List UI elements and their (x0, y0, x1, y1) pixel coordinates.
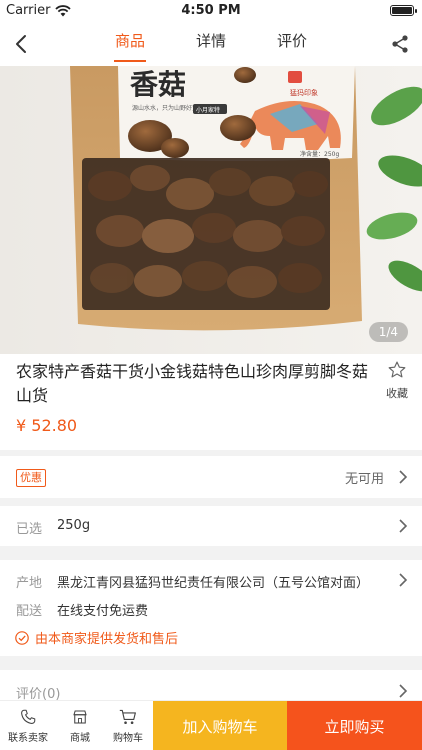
origin-label: 产地 (16, 576, 43, 591)
image-pager-indicator: 1/4 (368, 322, 408, 342)
bottom-action-bar: 联系卖家 商城 购物车 加入购物车 立即购买 (0, 700, 422, 750)
battery-icon (390, 5, 417, 16)
tab-details[interactable]: 详情 (181, 22, 241, 66)
package-brand-text: 猛犸印象 (290, 88, 318, 97)
phone-icon (21, 709, 36, 724)
selected-label: 已选 (16, 522, 43, 537)
guarantee-text: 由本商家提供发货和售后 (35, 632, 179, 647)
origin-value: 黑龙江青冈县猛犸世纪责任有限公司（五号公馆对面） (57, 576, 370, 591)
selected-value: 250g (57, 518, 91, 533)
product-info-card: 农家特产香菇干货小金钱菇特色山珍肉厚剪脚冬菇山货 ¥ 52.80 收藏 (0, 354, 422, 450)
top-nav: 商品 详情 评价 (0, 22, 422, 66)
delivery-value: 在线支付免运费 (57, 604, 149, 619)
chevron-right-icon (399, 573, 408, 587)
package-slogan-text: 源山水水，只为山野好货 (132, 104, 198, 112)
chevron-right-icon (399, 684, 408, 698)
coupon-row[interactable]: 优惠 无可用 (0, 456, 422, 498)
tab-details-label: 详情 (195, 32, 226, 50)
cart-label: 购物车 (113, 732, 143, 744)
tab-bar: 商品 详情 评价 (100, 22, 322, 66)
product-image-carousel[interactable]: 香菇 源山水水，只为山野好货 小月家特 猛犸印象 净含量：250g 1/4 (0, 66, 422, 354)
selected-spec-row[interactable]: 已选 250g (0, 506, 422, 546)
tab-goods[interactable]: 商品 (100, 22, 160, 66)
seller-guarantee: 由本商家提供发货和售后 (15, 628, 178, 647)
brand-logo-mark (288, 71, 302, 83)
status-bar: Carrier 4:50 PM (0, 0, 422, 22)
chevron-right-icon (399, 470, 408, 484)
tab-reviews[interactable]: 评价 (262, 22, 322, 66)
shipping-info-section: 产地 黑龙江青冈县猛犸世纪责任有限公司（五号公馆对面） 配送 在线支付免运费 由… (0, 560, 422, 656)
contact-seller-button[interactable]: 联系卖家 (0, 701, 56, 750)
product-title: 农家特产香菇干货小金钱菇特色山珍肉厚剪脚冬菇山货 (16, 362, 369, 405)
active-tab-indicator (114, 60, 146, 62)
cart-button[interactable]: 购物车 (104, 701, 152, 750)
reviews-row[interactable]: 评价(0) (0, 670, 422, 702)
product-photo: 香菇 源山水水，只为山野好货 小月家特 猛犸印象 净含量：250g (0, 66, 422, 354)
favorite-button[interactable]: 收藏 (384, 360, 410, 401)
share-icon[interactable] (390, 34, 410, 54)
chevron-right-icon (399, 519, 408, 533)
back-arrow-icon[interactable] (10, 32, 34, 56)
package-badge-text: 小月家特 (196, 106, 220, 114)
store-label: 商城 (70, 732, 90, 744)
product-price: ¥ 52.80 (16, 416, 78, 435)
check-circle-icon (15, 630, 29, 645)
buy-now-button[interactable]: 立即购买 (287, 701, 422, 750)
store-icon (73, 709, 87, 724)
contact-seller-label: 联系卖家 (8, 732, 48, 744)
coupon-status: 无可用 (344, 472, 384, 487)
favorite-label: 收藏 (386, 387, 408, 400)
origin-row[interactable]: 产地 黑龙江青冈县猛犸世纪责任有限公司（五号公馆对面） (0, 560, 422, 591)
store-button[interactable]: 商城 (56, 701, 104, 750)
star-icon (388, 361, 406, 378)
package-title-text: 香菇 (130, 68, 186, 101)
add-to-cart-button[interactable]: 加入购物车 (153, 701, 287, 750)
delivery-label: 配送 (16, 604, 43, 619)
package-weight-text: 净含量：250g (300, 150, 339, 158)
tab-goods-label: 商品 (114, 32, 145, 50)
tab-reviews-label: 评价 (276, 32, 307, 50)
clock: 4:50 PM (181, 3, 241, 18)
shopping-cart-icon (119, 709, 136, 724)
coupon-tag: 优惠 (16, 469, 46, 487)
